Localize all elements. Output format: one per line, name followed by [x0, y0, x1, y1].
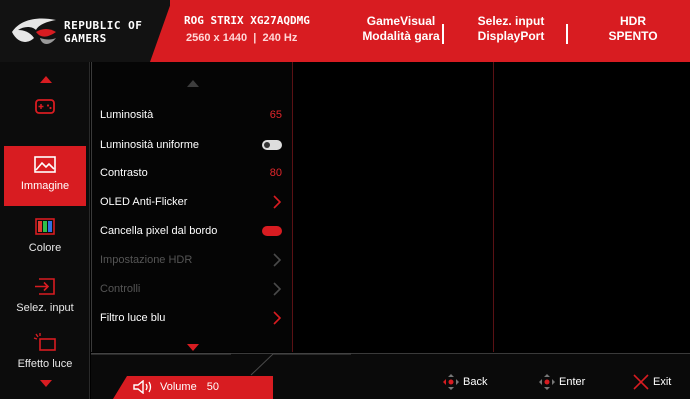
menu-item-impostazione-hdr: Impostazione HDR: [100, 247, 290, 273]
menu-item-controlli: Controlli: [100, 276, 290, 302]
brand-line1: REPUBLIC OF: [64, 19, 143, 32]
header-divider: [442, 24, 444, 44]
light-effect-icon: [33, 333, 56, 351]
resolution-separator: |: [250, 32, 260, 44]
volume-value: 50: [206, 381, 219, 393]
menu-item-luminosita[interactable]: Luminosità 65: [100, 102, 290, 128]
sidebar-item-selez-input[interactable]: Selez. input: [4, 268, 86, 328]
gamevisual-status: GameVisual Modalità gara: [356, 14, 446, 44]
refresh-rate-value: 240 Hz: [262, 32, 298, 44]
menu-item-label: OLED Anti-Flicker: [100, 196, 188, 208]
menu-item-oled-anti-flicker[interactable]: OLED Anti-Flicker: [100, 189, 290, 215]
hdr-label: HDR: [620, 14, 646, 28]
menu-item-label: Filtro luce blu: [100, 312, 166, 324]
sidebar-item-gaming[interactable]: [4, 88, 86, 148]
menu-item-label: Luminosità uniforme: [100, 139, 200, 151]
input-value: DisplayPort: [477, 29, 545, 43]
color-bars-icon: [35, 218, 55, 235]
menu-item-label: Luminosità: [100, 109, 154, 121]
submenu-panel-level3: [495, 62, 690, 352]
submenu-panel: Luminosità 65 Luminosità uniforme Contra…: [91, 62, 293, 352]
nav-down-arrow-icon[interactable]: [40, 380, 52, 387]
gamepad-icon: [35, 99, 55, 114]
enter-hint[interactable]: Enter: [539, 374, 585, 390]
nav-up-arrow-icon[interactable]: [40, 76, 52, 83]
menu-item-filtro-luce-blu[interactable]: Filtro luce blu: [100, 305, 290, 331]
gamevisual-label: GameVisual: [366, 14, 436, 28]
chevron-right-icon: [273, 282, 282, 296]
header-divider: [566, 24, 568, 44]
menu-item-label: Impostazione HDR: [100, 254, 193, 266]
joystick-enter-icon: [539, 374, 555, 390]
menu-item-label: Cancella pixel dal bordo: [100, 225, 218, 237]
brand-text: REPUBLIC OF GAMERS: [64, 19, 142, 45]
model-name: ROG STRIX XG27AQDMG: [184, 14, 310, 27]
sidebar-item-effetto-luce[interactable]: Effetto luce: [4, 324, 86, 384]
chevron-right-icon: [273, 195, 282, 209]
sidebar-item-label: Immagine: [20, 180, 70, 192]
sidebar-item-label: Colore: [28, 242, 62, 254]
input-label: Selez. input: [477, 14, 545, 28]
chevron-right-icon: [273, 311, 282, 325]
submenu-panel-level2: [294, 62, 494, 352]
sidebar-item-colore[interactable]: Colore: [4, 208, 86, 268]
menu-down-arrow-icon[interactable]: [187, 344, 199, 351]
osd-footer: Volume 50 Back Enter Exit: [91, 353, 690, 399]
menu-item-value: 80: [269, 167, 282, 179]
enter-label: Enter: [559, 376, 586, 388]
input-status: Selez. input DisplayPort: [466, 14, 556, 44]
rog-logo: REPUBLIC OF GAMERS: [10, 12, 160, 52]
exit-hint[interactable]: Exit: [633, 374, 671, 390]
menu-up-arrow-icon[interactable]: [187, 80, 199, 87]
speaker-icon: [133, 380, 152, 394]
joystick-back-icon: [443, 374, 459, 390]
menu-item-cancella-pixel[interactable]: Cancella pixel dal bordo: [100, 218, 290, 244]
close-icon: [633, 374, 649, 390]
brand-line2: GAMERS: [64, 32, 107, 45]
osd-header: REPUBLIC OF GAMERS ROG STRIX XG27AQDMG 2…: [0, 0, 690, 62]
menu-item-label: Controlli: [100, 283, 141, 295]
menu-item-luminosita-uniforme[interactable]: Luminosità uniforme: [100, 132, 290, 158]
sidebar-item-label: Effetto luce: [17, 358, 73, 370]
rog-eye-icon: [12, 18, 56, 44]
gamevisual-value: Modalità gara: [362, 29, 440, 43]
resolution-info: 2560 x 1440 | 240 Hz: [186, 32, 297, 44]
toggle-switch-off[interactable]: [262, 140, 282, 150]
chevron-right-icon: [273, 253, 282, 267]
back-hint[interactable]: Back: [443, 374, 487, 390]
menu-item-value: 65: [269, 109, 282, 121]
image-icon: [34, 156, 56, 173]
exit-label: Exit: [653, 376, 672, 388]
toggle-switch-on[interactable]: [262, 226, 282, 236]
menu-item-contrasto[interactable]: Contrasto 80: [100, 160, 290, 186]
input-icon: [35, 278, 55, 295]
sidebar-item-immagine[interactable]: Immagine: [4, 146, 86, 206]
volume-label: Volume: [160, 381, 197, 393]
category-sidebar: Immagine Colore Selez. input Effetto luc…: [0, 62, 90, 399]
hdr-value: SPENTO: [608, 29, 658, 43]
sidebar-item-label: Selez. input: [16, 302, 74, 314]
menu-item-label: Contrasto: [100, 167, 148, 179]
resolution-value: 2560 x 1440: [186, 32, 248, 44]
back-label: Back: [463, 376, 488, 388]
volume-shortcut[interactable]: Volume 50: [133, 380, 219, 394]
hdr-status: HDR SPENTO: [588, 14, 678, 44]
